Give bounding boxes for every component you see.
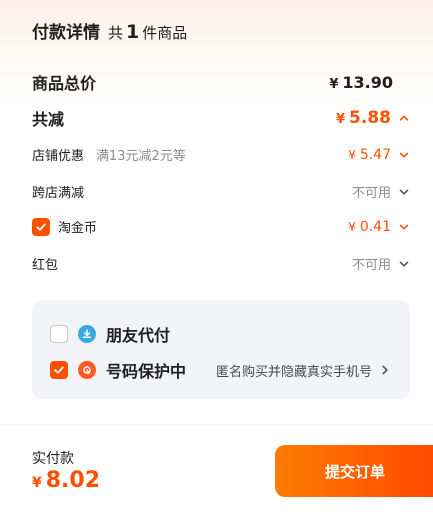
chevron-down-icon[interactable] — [397, 185, 411, 199]
checkmark-icon — [54, 366, 64, 374]
currency-symbol: ¥ — [348, 219, 356, 234]
red-packet-status: 不可用 — [351, 258, 391, 273]
chevron-down-icon[interactable] — [397, 257, 411, 271]
store-discount-label: 店铺优惠 — [32, 149, 85, 164]
privacy-label: 号码保护中 — [106, 362, 187, 381]
cross-store-discount-row[interactable]: 跨店满减 不可用 — [32, 182, 411, 201]
friend-pay-label: 朋友代付 — [106, 326, 171, 345]
checkmark-icon — [36, 223, 46, 231]
privacy-hint[interactable]: 匿名购买并隐藏真实手机号 — [216, 361, 372, 380]
cross-store-status: 不可用 — [351, 186, 391, 201]
item-count-suffix: 件商品 — [142, 24, 188, 42]
item-count-prefix: 共 — [108, 24, 124, 42]
total-price-label: 商品总价 — [32, 74, 97, 93]
friend-pay-checkbox[interactable] — [50, 325, 68, 343]
chevron-down-icon[interactable] — [397, 220, 411, 234]
currency-symbol: ¥ — [348, 147, 356, 162]
red-packet-label: 红包 — [32, 258, 59, 273]
footer-divider — [0, 424, 433, 425]
friend-pay-row[interactable]: 朋友代付 — [50, 322, 392, 346]
store-discount-value: ¥5.47 — [348, 147, 391, 163]
actual-payment-label: 实付款 — [32, 451, 74, 467]
service-options-panel: 朋友代付 号码保护中 匿名购买并隐藏真实手机号 — [32, 300, 410, 399]
privacy-shield-icon — [78, 361, 96, 379]
total-discount-row[interactable]: 共减 ¥5.88 — [32, 106, 411, 130]
payment-details-header: 付款详情 共 1 件商品 — [32, 18, 187, 43]
privacy-checkbox[interactable] — [50, 361, 68, 379]
chevron-down-icon[interactable] — [397, 148, 411, 162]
red-packet-row[interactable]: 红包 不可用 — [32, 254, 411, 273]
page-title: 付款详情 — [32, 23, 100, 43]
actual-payment-amount: 8.02 — [45, 468, 101, 493]
chevron-right-icon[interactable] — [378, 363, 392, 377]
store-discount-amount: 5.47 — [359, 146, 391, 163]
total-discount-value: ¥5.88 — [336, 108, 391, 128]
total-discount-amount: 5.88 — [349, 108, 391, 128]
cross-store-label: 跨店满减 — [32, 186, 85, 201]
taojinbi-value: ¥0.41 — [348, 219, 391, 235]
taojinbi-amount: 0.41 — [359, 218, 391, 235]
item-count: 共 1 件商品 — [108, 21, 187, 43]
currency-symbol: ¥ — [329, 76, 339, 92]
currency-symbol: ¥ — [336, 112, 346, 127]
total-price-value: ¥13.90 — [329, 73, 393, 92]
store-discount-detail: 满13元减2元等 — [96, 149, 186, 164]
taojinbi-label: 淘金币 — [58, 221, 98, 236]
actual-payment-value: ¥8.02 — [32, 468, 100, 493]
store-discount-row[interactable]: 店铺优惠 满13元减2元等 ¥5.47 — [32, 145, 411, 164]
taojinbi-row[interactable]: 淘金币 ¥0.41 — [32, 217, 411, 236]
submit-order-button[interactable]: 提交订单 — [275, 445, 433, 497]
item-count-number: 1 — [126, 21, 140, 43]
friend-pay-icon — [78, 325, 96, 343]
total-price-row: 商品总价 ¥13.90 — [32, 70, 411, 94]
total-price-amount: 13.90 — [342, 72, 393, 92]
privacy-protection-row[interactable]: 号码保护中 匿名购买并隐藏真实手机号 — [50, 358, 392, 382]
chevron-up-icon[interactable] — [397, 111, 411, 125]
taojinbi-checkbox[interactable] — [32, 217, 50, 236]
currency-symbol: ¥ — [32, 475, 42, 491]
total-discount-label: 共减 — [32, 110, 65, 129]
